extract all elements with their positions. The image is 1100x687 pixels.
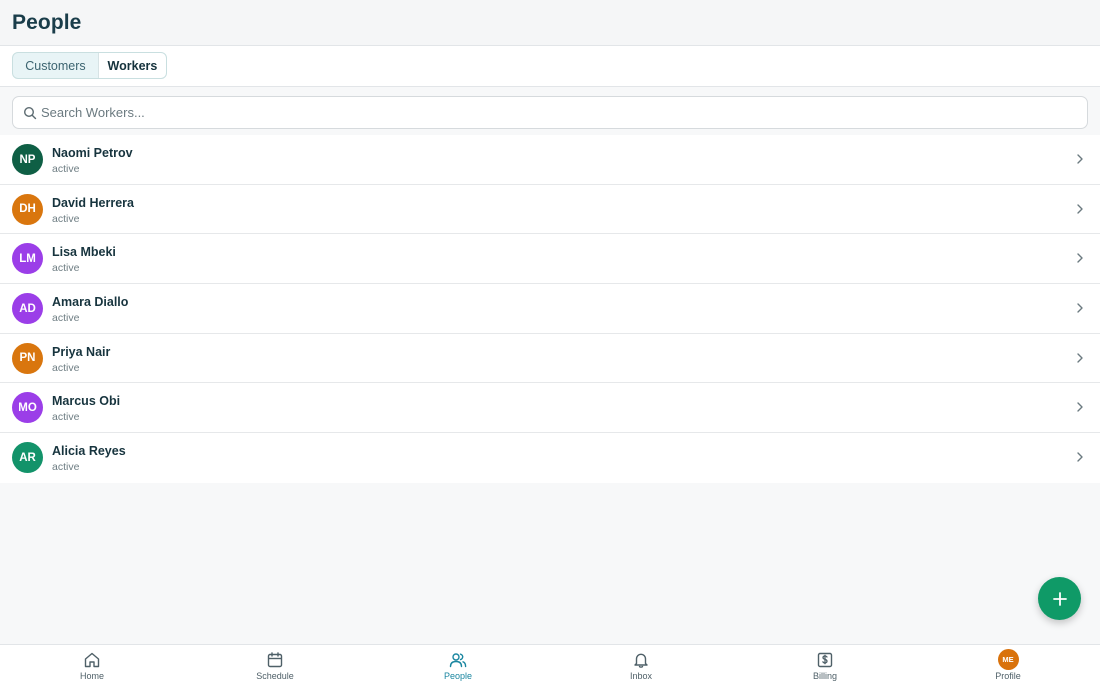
chevron-right-icon xyxy=(1077,303,1083,313)
worker-status: active xyxy=(52,312,80,325)
nav-label: Home xyxy=(79,671,104,681)
worker-name: Lisa Mbeki xyxy=(52,245,116,260)
nav-item-people[interactable]: People xyxy=(398,645,518,687)
worker-name: David Herrera xyxy=(52,195,134,210)
worker-status: active xyxy=(52,411,80,424)
avatar: MO xyxy=(12,392,43,424)
list-item[interactable]: AD Amara Diallo active xyxy=(0,284,1100,334)
tab-customers[interactable]: Customers xyxy=(13,53,98,78)
worker-status: active xyxy=(52,361,80,374)
chevron-right-icon xyxy=(1077,353,1083,363)
chevron-right-icon xyxy=(1077,154,1083,164)
tab-workers[interactable]: Workers xyxy=(97,53,166,78)
bottom-nav: Home Schedule People Inbox Billing ME Pr… xyxy=(0,644,1100,687)
worker-list: NP Naomi Petrov active DH David Herrera … xyxy=(0,135,1100,483)
chevron-right-icon xyxy=(1077,402,1083,413)
worker-name: Marcus Obi xyxy=(52,394,121,409)
search-box xyxy=(12,96,1088,129)
list-item[interactable]: AR Alicia Reyes active xyxy=(0,433,1100,483)
nav-label: People xyxy=(443,671,473,681)
worker-name: Alicia Reyes xyxy=(52,444,126,459)
calendar-icon xyxy=(266,651,284,669)
list-item[interactable]: NP Naomi Petrov active xyxy=(0,135,1100,185)
billing-icon xyxy=(816,651,834,669)
nav-label: Profile xyxy=(995,671,1021,681)
nav-item-home[interactable]: Home xyxy=(32,645,152,687)
worker-name: Amara Diallo xyxy=(52,295,129,310)
people-icon xyxy=(449,651,467,669)
search-icon xyxy=(23,106,37,120)
list-item[interactable]: MO Marcus Obi active xyxy=(0,383,1100,434)
search-input[interactable] xyxy=(41,97,1071,128)
chevron-right-icon xyxy=(1077,253,1083,264)
avatar: ME xyxy=(997,649,1019,670)
worker-status: active xyxy=(52,461,80,474)
avatar: AD xyxy=(12,293,43,325)
worker-status: active xyxy=(52,163,80,175)
segmented-control: Customers Workers xyxy=(12,52,167,79)
nav-item-schedule[interactable]: Schedule xyxy=(215,645,335,687)
avatar: DH xyxy=(12,193,43,225)
list-item[interactable]: LM Lisa Mbeki active xyxy=(0,234,1100,285)
chevron-right-icon xyxy=(1077,452,1083,462)
nav-label: Billing xyxy=(812,671,837,681)
plus-icon xyxy=(1052,591,1067,606)
add-worker-button[interactable] xyxy=(1038,577,1081,620)
avatar: NP xyxy=(12,144,43,175)
chevron-right-icon xyxy=(1077,203,1083,214)
avatar: PN xyxy=(12,342,43,374)
worker-name: Naomi Petrov xyxy=(52,146,133,160)
nav-item-profile[interactable]: ME Profile xyxy=(948,645,1068,687)
worker-name: Priya Nair xyxy=(52,344,111,359)
list-item[interactable]: PN Priya Nair active xyxy=(0,334,1100,384)
home-icon xyxy=(83,651,101,669)
list-item[interactable]: DH David Herrera active xyxy=(0,185,1100,235)
bell-icon xyxy=(632,651,650,669)
nav-label: Inbox xyxy=(629,671,653,681)
nav-item-inbox[interactable]: Inbox xyxy=(581,645,701,687)
worker-status: active xyxy=(52,262,80,275)
nav-label: Schedule xyxy=(256,671,294,681)
tab-bar: Customers Workers xyxy=(0,46,1100,87)
worker-status: active xyxy=(52,212,80,225)
page-header: People xyxy=(0,0,1100,46)
page-title: People xyxy=(12,11,82,34)
nav-item-billing[interactable]: Billing xyxy=(765,645,885,687)
avatar: AR xyxy=(12,442,43,474)
avatar: LM xyxy=(12,243,43,275)
